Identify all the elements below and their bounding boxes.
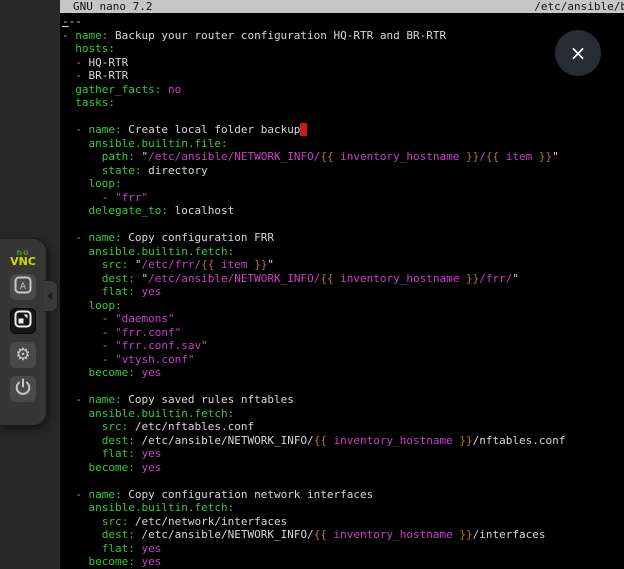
chevron-left-icon — [47, 292, 52, 300]
novnc-logo-vnc: VNC — [0, 257, 46, 266]
editor-line: loop: — [62, 177, 624, 191]
editor-line: state: directory — [62, 164, 624, 178]
editor-line: - "frr.conf.sav" — [62, 339, 624, 353]
editor-line: - "frr.conf" — [62, 326, 624, 340]
control-bar-collapse-handle[interactable] — [44, 280, 58, 312]
editor-line: src: /etc/network/interfaces — [62, 515, 624, 529]
editor-line: - name: Copy configuration FRR — [62, 231, 624, 245]
editor-line: ansible.builtin.fetch: — [62, 501, 624, 515]
editor-line: tasks: — [62, 96, 624, 110]
editor-line: - BR-RTR — [62, 69, 624, 83]
editor-line: - name: Copy saved rules nftables — [62, 393, 624, 407]
editor-line: - name: Backup your router configuration… — [62, 29, 624, 43]
editor-line: - "frr" — [62, 191, 624, 205]
vnc-screen: GNU nano 7.2 /etc/ansible/b ---- name: B… — [0, 0, 624, 569]
keyboard-key-icon: A — [14, 276, 32, 299]
terminal-window: GNU nano 7.2 /etc/ansible/b ---- name: B… — [60, 0, 624, 569]
editor-line: dest: /etc/ansible/NETWORK_INFO/{{ inven… — [62, 434, 624, 448]
editor-line: dest: /etc/ansible/NETWORK_INFO/{{ inven… — [62, 528, 624, 542]
editor-line: dest: "/etc/ansible/NETWORK_INFO/{{ inve… — [62, 272, 624, 286]
editor-line: flat: yes — [62, 447, 624, 461]
editor-line: - HQ-RTR — [62, 56, 624, 70]
disconnect-button[interactable] — [10, 376, 36, 402]
editor-line — [62, 380, 624, 394]
power-icon — [14, 378, 32, 401]
editor-line: hosts: — [62, 42, 624, 56]
nano-version-label: GNU nano 7.2 — [60, 0, 152, 13]
editor-line: become: yes — [62, 555, 624, 569]
editor-line: - name: Create local folder backup — [62, 123, 624, 137]
editor-line: flat: yes — [62, 542, 624, 556]
close-icon: × — [570, 41, 587, 65]
editor-line: --- — [62, 15, 624, 29]
close-button[interactable]: × — [555, 30, 601, 76]
novnc-logo: no VNC — [0, 248, 46, 266]
gear-icon: ⚙ — [15, 347, 30, 364]
nano-filepath-label: /etc/ansible/b — [534, 0, 624, 13]
fullscreen-icon — [14, 310, 32, 333]
fullscreen-button[interactable] — [10, 308, 36, 334]
vnc-control-bar: no VNC A ⚙ — [0, 238, 47, 426]
settings-button[interactable]: ⚙ — [10, 342, 36, 368]
editor-line: flat: yes — [62, 285, 624, 299]
editor-line: src: /etc/nftables.conf — [62, 420, 624, 434]
editor-line — [62, 218, 624, 232]
editor-line: ansible.builtin.fetch: — [62, 245, 624, 259]
editor-line — [62, 474, 624, 488]
editor-line: ansible.builtin.file: — [62, 137, 624, 151]
nano-titlebar: GNU nano 7.2 /etc/ansible/b — [60, 0, 624, 13]
editor-line — [62, 110, 624, 124]
editor-line: become: yes — [62, 461, 624, 475]
editor-content[interactable]: ---- name: Backup your router configurat… — [60, 13, 624, 569]
editor-line: path: "/etc/ansible/NETWORK_INFO/{{ inve… — [62, 150, 624, 164]
editor-line: delegate_to: localhost — [62, 204, 624, 218]
editor-line: - "vtysh.conf" — [62, 353, 624, 367]
svg-text:A: A — [20, 281, 27, 291]
editor-line: gather_facts: no — [62, 83, 624, 97]
editor-line: ansible.builtin.fetch: — [62, 407, 624, 421]
editor-line: - "daemons" — [62, 312, 624, 326]
editor-line: src: "/etc/frr/{{ item }}" — [62, 258, 624, 272]
editor-line: - name: Copy configuration network inter… — [62, 488, 624, 502]
editor-line: loop: — [62, 299, 624, 313]
extra-keys-button[interactable]: A — [10, 274, 36, 300]
editor-line: become: yes — [62, 366, 624, 380]
